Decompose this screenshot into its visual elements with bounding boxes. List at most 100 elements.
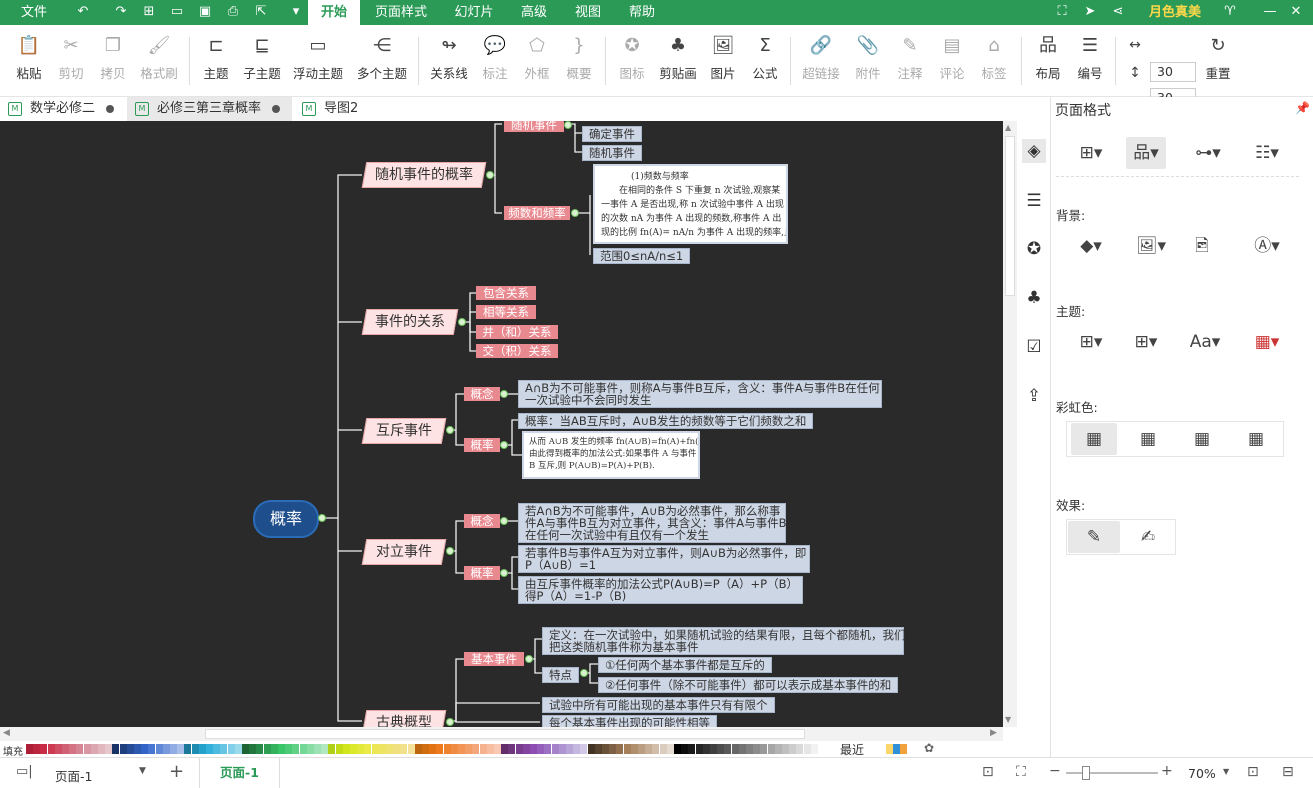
color-swatch[interactable] xyxy=(263,744,271,754)
color-swatch[interactable] xyxy=(710,744,717,754)
upload-icon[interactable]: ⇪ xyxy=(1022,384,1046,408)
background-fill-button[interactable]: ◆▾ xyxy=(1071,230,1111,262)
horizontal-spacing-input[interactable]: 30 xyxy=(1150,62,1196,82)
color-swatch[interactable] xyxy=(494,744,501,754)
add-page-icon[interactable]: + xyxy=(169,761,184,782)
color-swatch[interactable] xyxy=(479,744,487,754)
icon-button[interactable]: ✪ 图标 xyxy=(617,33,647,89)
connector-style-button[interactable]: ⊶▾ xyxy=(1188,137,1228,169)
color-swatch[interactable] xyxy=(321,744,329,754)
color-swatch[interactable] xyxy=(328,744,336,754)
color-swatch[interactable] xyxy=(486,744,494,754)
callout-button[interactable]: 💬 标注 xyxy=(480,33,510,89)
leaf-feature[interactable]: 特点 xyxy=(542,667,579,683)
color-swatch[interactable] xyxy=(630,744,638,754)
leaf-feature-2[interactable]: ②任何事件（除不可能事件）都可以表示成基本事件的和 xyxy=(598,677,899,693)
scroll-right-icon[interactable]: ▶ xyxy=(990,728,997,738)
effect-normal-button[interactable]: ✎ xyxy=(1068,521,1120,553)
color-swatch[interactable] xyxy=(767,744,775,754)
color-swatch[interactable] xyxy=(162,744,170,754)
color-swatch[interactable] xyxy=(155,744,163,754)
subtopic-opposite-concept[interactable]: 概念 xyxy=(464,514,500,528)
subtopic-opposite-probability[interactable]: 概率 xyxy=(464,566,500,580)
subtopic-union[interactable]: 并（和）关系 xyxy=(476,325,558,339)
collapse-dot[interactable] xyxy=(500,441,508,449)
reset-button[interactable]: ↻ 重置 xyxy=(1203,33,1233,89)
tab-doc-math2[interactable]: M 数学必修二 xyxy=(0,97,124,121)
subtopic-basic-event[interactable]: 基本事件 xyxy=(464,652,524,666)
outline-list-icon[interactable]: ☰ xyxy=(1022,189,1046,213)
color-swatch[interactable] xyxy=(681,744,689,754)
save-icon[interactable]: ▣ xyxy=(197,4,213,20)
color-swatch[interactable] xyxy=(760,744,768,754)
subtopic-inclusion[interactable]: 包含关系 xyxy=(476,286,536,300)
pin-icon[interactable]: 📌 xyxy=(1295,101,1310,115)
mindmap-canvas[interactable]: 概率 随机事件的概率 事件的关系 互斥事件 对立事件 古典概型 随机事件 确定事… xyxy=(0,121,1003,727)
undo-icon[interactable]: ↶ xyxy=(75,4,91,20)
color-swatch[interactable] xyxy=(206,744,213,754)
presentation-icon[interactable]: ⊟ xyxy=(1282,764,1294,780)
open-icon[interactable]: ▭ xyxy=(169,4,185,20)
color-swatch[interactable] xyxy=(220,744,228,754)
rainbow-option-4[interactable]: ▦ xyxy=(1233,423,1279,455)
color-swatch[interactable] xyxy=(378,744,386,754)
color-swatch[interactable] xyxy=(746,744,753,754)
collapse-dot[interactable] xyxy=(525,655,533,663)
color-swatch[interactable] xyxy=(249,744,257,754)
hyperlink-button[interactable]: 🔗 超链接 xyxy=(800,33,842,89)
color-swatch[interactable] xyxy=(177,744,185,754)
fit-width-icon[interactable]: ⊡ xyxy=(1247,764,1259,780)
topic-mutually-exclusive[interactable]: 互斥事件 xyxy=(361,418,447,444)
color-swatch[interactable] xyxy=(436,744,444,754)
color-swatch[interactable] xyxy=(191,744,199,754)
print-icon[interactable]: ⎙ xyxy=(225,4,241,20)
theme-font-button[interactable]: Aa▾ xyxy=(1185,326,1225,358)
color-swatch[interactable] xyxy=(558,744,566,754)
color-swatch[interactable] xyxy=(342,744,350,754)
color-swatch[interactable] xyxy=(40,744,48,754)
color-swatch[interactable] xyxy=(515,744,523,754)
color-swatch[interactable] xyxy=(134,744,141,754)
color-swatch[interactable] xyxy=(580,744,588,754)
color-swatch[interactable] xyxy=(126,744,134,754)
color-swatch[interactable] xyxy=(724,744,732,754)
more-dropdown-icon[interactable]: ▾ xyxy=(288,4,304,20)
color-swatch[interactable] xyxy=(465,744,473,754)
tab-doc-probability[interactable]: M 必修三第三章概率 xyxy=(127,97,292,121)
color-swatch[interactable] xyxy=(285,744,293,754)
color-swatch[interactable] xyxy=(731,744,739,754)
color-swatch[interactable] xyxy=(566,744,573,754)
fit-page-icon[interactable]: ⊡ xyxy=(982,764,994,780)
page-panel-icon[interactable]: ▭| xyxy=(16,764,33,779)
color-swatch[interactable] xyxy=(645,744,653,754)
color-swatch[interactable] xyxy=(551,744,559,754)
rainbow-option-2[interactable]: ▦ xyxy=(1125,423,1171,455)
fullscreen-icon[interactable]: ⛶ xyxy=(1016,764,1026,780)
scroll-up-icon[interactable]: ▲ xyxy=(1005,123,1011,132)
color-swatch[interactable] xyxy=(810,744,818,754)
color-swatch[interactable] xyxy=(76,744,84,754)
subtopic-frequency[interactable]: 频数和频率 xyxy=(504,206,570,220)
floating-topic-button[interactable]: ▭ 浮动主题 xyxy=(290,33,346,89)
format-painter-button[interactable]: 🖌 格式刷 xyxy=(138,33,180,89)
topic-event-relations[interactable]: 事件的关系 xyxy=(361,309,459,335)
topic-opposite-events[interactable]: 对立事件 xyxy=(361,539,447,565)
color-swatch[interactable] xyxy=(753,744,761,754)
attachment-button[interactable]: 📎 附件 xyxy=(853,33,883,89)
structure-tree-button[interactable]: 品▾ xyxy=(1126,137,1166,169)
image-addition-formula[interactable]: 从而 A∪B 发生的频率 fn(A∪B)=fn(A)+fn(B), 由此得到概率… xyxy=(522,431,700,479)
page-tab[interactable]: 页面-1 xyxy=(199,758,280,788)
color-swatch[interactable] xyxy=(33,744,41,754)
color-swatch[interactable] xyxy=(659,744,667,754)
scroll-down-icon[interactable]: ▼ xyxy=(1005,715,1011,724)
skin-icon[interactable]: ♈ xyxy=(1222,4,1238,20)
leaf-mutex-concept-text[interactable]: A∩B为不可能事件，则称A与事件B互斥，含义：事件A与事件B在任何 一次试验中不… xyxy=(518,380,882,408)
subtopic-random-event[interactable]: 随机事件 xyxy=(504,121,564,132)
color-swatch[interactable] xyxy=(371,744,379,754)
leaf-opposite-prob-text2[interactable]: 由互斥事件概率的加法公式P(A∪B)=P（A）+P（B） 得P（A）=1-P（B… xyxy=(518,576,803,604)
watermark-button[interactable]: Ⓐ▾ xyxy=(1247,230,1287,262)
color-swatch[interactable] xyxy=(98,744,105,754)
redo-icon[interactable]: ↷ xyxy=(113,4,129,20)
color-swatch[interactable] xyxy=(803,744,811,754)
color-swatch[interactable] xyxy=(544,744,552,754)
